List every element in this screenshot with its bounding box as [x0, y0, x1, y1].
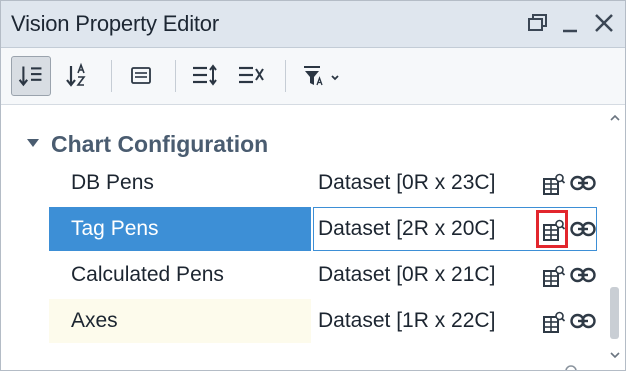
property-row[interactable]: DB Pens Dataset [0R x 23C]	[49, 161, 597, 205]
property-value[interactable]: Dataset [1R x 22C]	[313, 299, 597, 343]
property-row-selected[interactable]: Tag Pens Dataset [2R x 20C]	[49, 207, 597, 251]
property-value-text: Dataset [2R x 20C]	[318, 217, 496, 240]
filter-icon	[304, 66, 339, 86]
dataset-viewer-icon[interactable]	[542, 264, 566, 288]
collapse-all-icon	[239, 66, 264, 84]
property-table: Chart Configuration DB Pens Dataset [0R …	[1, 105, 625, 370]
chevron-down-icon	[331, 75, 339, 81]
property-value[interactable]: Dataset [0R x 23C]	[313, 161, 597, 205]
float-window-icon[interactable]	[521, 7, 551, 39]
collapse-triangle-icon[interactable]	[26, 136, 40, 150]
title-bar: Vision Property Editor	[1, 1, 625, 48]
property-description-button[interactable]	[121, 56, 161, 96]
toolbar-divider	[285, 60, 286, 92]
scrollbar-thumb[interactable]	[610, 287, 619, 339]
section-header-chart-configuration[interactable]: Chart Configuration	[1, 127, 597, 161]
filter-dropdown-button[interactable]	[295, 56, 355, 96]
property-name: Tag Pens	[49, 207, 311, 251]
collapse-all-button[interactable]	[231, 56, 271, 96]
binding-link-icon[interactable]	[570, 174, 596, 192]
expand-all-icon	[193, 64, 217, 86]
binding-link-icon[interactable]	[570, 266, 596, 284]
property-value[interactable]: Dataset [0R x 21C]	[313, 253, 597, 297]
toolbar-divider	[111, 60, 112, 92]
property-name: Calculated Pens	[71, 263, 224, 286]
property-value-text: Dataset [0R x 23C]	[318, 171, 496, 194]
scroll-up-icon[interactable]	[609, 113, 621, 123]
property-row[interactable]: Axes Dataset [1R x 22C]	[49, 299, 597, 343]
dataset-viewer-icon[interactable]	[542, 310, 566, 334]
partially-visible-icon	[565, 365, 577, 370]
highlight-box	[536, 210, 568, 248]
dataset-viewer-icon[interactable]	[542, 172, 566, 196]
property-row[interactable]: Calculated Pens Dataset [0R x 21C]	[49, 253, 597, 297]
property-name: Axes	[49, 299, 311, 343]
toolbar-divider	[175, 60, 176, 92]
scroll-down-icon[interactable]	[609, 350, 621, 360]
vertical-scrollbar[interactable]	[605, 105, 625, 370]
property-value-text: Dataset [1R x 22C]	[318, 309, 496, 332]
binding-link-icon[interactable]	[570, 312, 596, 330]
sort-alphabetical-icon	[66, 62, 86, 87]
window-title: Vision Property Editor	[11, 11, 219, 36]
close-icon[interactable]	[589, 7, 619, 39]
property-value[interactable]: Dataset [2R x 20C]	[313, 207, 597, 251]
expand-all-button[interactable]	[185, 56, 225, 96]
sort-alphabetical-button[interactable]	[57, 56, 97, 96]
section-label: Chart Configuration	[51, 131, 269, 157]
sort-categorized-button[interactable]	[11, 56, 51, 96]
property-name: DB Pens	[71, 171, 154, 194]
minimize-icon[interactable]	[555, 7, 585, 39]
property-editor-window: Vision Property Editor Chart Configurati…	[0, 0, 626, 371]
property-value-text: Dataset [0R x 21C]	[318, 263, 496, 286]
toolbar	[1, 48, 625, 105]
binding-link-icon[interactable]	[570, 220, 596, 238]
sort-categorized-icon	[18, 66, 42, 87]
property-description-icon	[131, 67, 151, 84]
